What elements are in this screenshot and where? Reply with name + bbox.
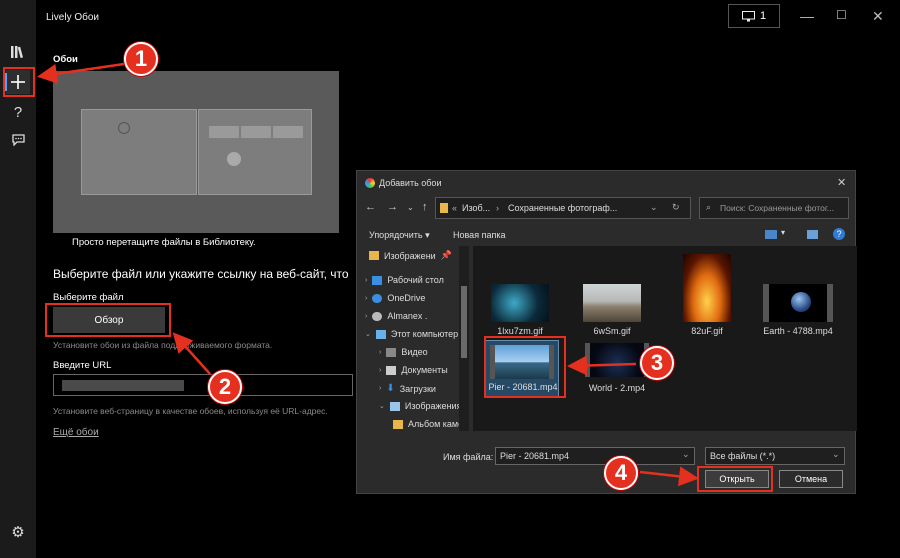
step-badge-4: 4	[604, 456, 638, 490]
annotation-arrows	[37, 62, 699, 487]
step-badge-1: 1	[124, 42, 158, 76]
step-badge-2: 2	[208, 370, 242, 404]
step-badge-3: 3	[640, 346, 674, 380]
